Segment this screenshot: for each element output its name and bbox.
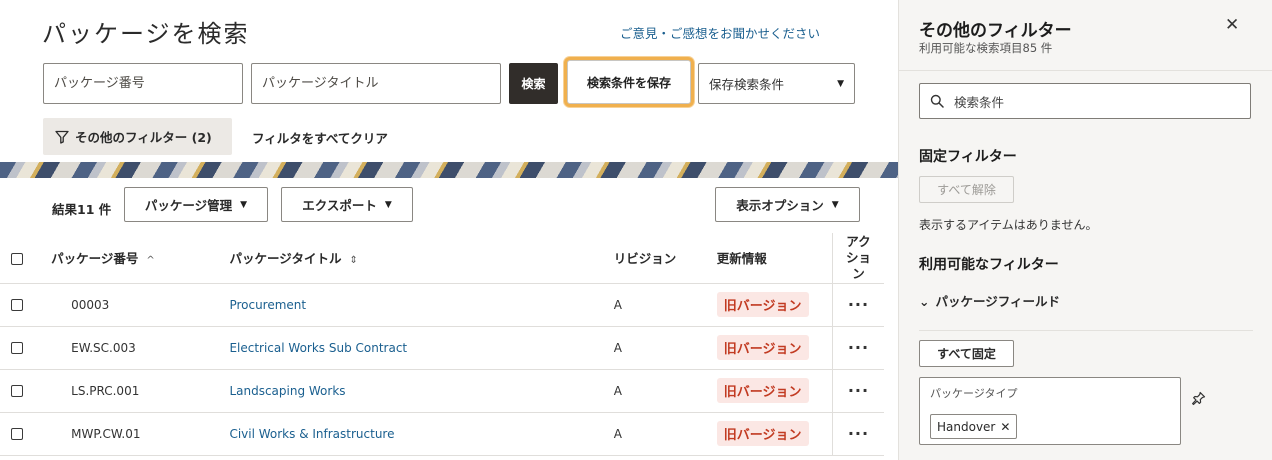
save-search-criteria-button[interactable]: 検索条件を保存 [564, 57, 694, 107]
more-filters-panel: その他のフィルター 利用可能な検索項目85 件 ✕ 検索条件 固定フィルター す… [898, 0, 1272, 460]
table-row[interactable]: LS.PRC.001 Landscaping Works A 旧バージョン ··… [0, 369, 884, 413]
table-row[interactable]: 00003 Procurement A 旧バージョン ··· [0, 283, 884, 327]
filter-token[interactable]: Handover ✕ [930, 414, 1018, 439]
packages-table: パッケージ番号 ^ パッケージタイトル ⇕ リビジョン 更新情報 アクション 000… [0, 233, 884, 456]
no-items-message: 表示するアイテムはありません。 [919, 218, 1098, 232]
package-title-field[interactable] [251, 63, 501, 104]
package-number-cell: MWP.CW.01 [39, 412, 220, 456]
sort-ascending-icon[interactable]: ^ [146, 255, 154, 266]
close-icon[interactable]: ✕ [1225, 15, 1239, 35]
panel-title: その他のフィルター [919, 21, 1072, 41]
column-header-number[interactable]: パッケージ番号 ^ [39, 233, 220, 284]
decorative-banner [0, 162, 898, 178]
package-number-cell: LS.PRC.001 [39, 369, 220, 413]
revision-cell: A [603, 283, 707, 327]
select-all-cell [0, 233, 40, 284]
table-row[interactable]: EW.SC.003 Electrical Works Sub Contract … [0, 326, 884, 370]
column-number-label: パッケージ番号 [51, 251, 139, 267]
chevron-down-icon: ▼ [837, 78, 844, 89]
row-checkbox[interactable] [11, 299, 23, 311]
table-row[interactable]: MWP.CW.01 Civil Works & Infrastructure A… [0, 412, 884, 456]
filter-token-label: Handover [937, 419, 996, 434]
status-badge: 旧バージョン [716, 292, 809, 317]
row-checkbox[interactable] [11, 342, 23, 354]
column-header-revision: リビジョン [603, 233, 707, 284]
feedback-link[interactable]: ご意見・ご感想をお聞かせください [620, 23, 820, 42]
package-type-label: パッケージタイプ [930, 387, 1018, 400]
column-actions-label: アクション [845, 233, 871, 281]
revision-cell: A [603, 412, 707, 456]
pin-icon[interactable] [1191, 391, 1206, 406]
more-actions-icon[interactable]: ··· [848, 295, 869, 314]
export-label: エクスポート [302, 198, 377, 213]
select-all-checkbox[interactable] [11, 252, 23, 265]
chevron-down-icon: ▼ [384, 199, 392, 210]
package-title-input[interactable] [252, 64, 500, 103]
more-actions-icon[interactable]: ··· [848, 381, 869, 400]
package-number-input[interactable] [44, 64, 242, 103]
chevron-down-icon: ⌄ [919, 294, 930, 309]
pinned-filters-heading: 固定フィルター [919, 149, 1017, 165]
more-filters-label: その他のフィルター (2) [75, 130, 212, 145]
panel-divider [899, 70, 1272, 71]
more-actions-icon[interactable]: ··· [848, 338, 869, 357]
main-area: パッケージを検索 ご意見・ご感想をお聞かせください 検索 検索条件を保存 保存検… [0, 0, 898, 460]
package-title-link[interactable]: Civil Works & Infrastructure [229, 427, 394, 441]
package-title-link[interactable]: Procurement [229, 298, 306, 312]
saved-search-select[interactable]: 保存検索条件 ▼ [698, 63, 855, 104]
status-badge: 旧バージョン [716, 421, 809, 446]
pin-all-button[interactable]: すべて固定 [919, 340, 1014, 367]
clear-all-filters-link[interactable]: フィルタをすべてクリア [252, 128, 388, 147]
panel-search-input[interactable]: 検索条件 [919, 83, 1251, 119]
column-header-update: 更新情報 [706, 233, 833, 284]
status-badge: 旧バージョン [716, 335, 809, 360]
table-header-row: パッケージ番号 ^ パッケージタイトル ⇕ リビジョン 更新情報 アクション [0, 233, 884, 284]
remove-token-icon[interactable]: ✕ [1000, 420, 1010, 434]
filter-icon [55, 130, 69, 144]
column-title-label: パッケージタイトル [229, 251, 342, 267]
revision-cell: A [603, 369, 707, 413]
package-number-cell: 00003 [39, 283, 220, 327]
package-type-filter[interactable]: パッケージタイプ Handover ✕ [919, 377, 1181, 445]
package-number-cell: EW.SC.003 [39, 326, 220, 370]
page-title: パッケージを検索 [42, 20, 250, 48]
panel-search-placeholder: 検索条件 [954, 94, 1005, 110]
search-icon [930, 94, 944, 108]
package-number-field[interactable] [43, 63, 243, 104]
status-badge: 旧バージョン [716, 378, 809, 403]
saved-search-label: 保存検索条件 [709, 77, 785, 92]
view-options-button[interactable]: 表示オプション ▼ [715, 187, 860, 222]
package-fields-label: パッケージフィールド [935, 294, 1060, 309]
more-actions-icon[interactable]: ··· [848, 424, 869, 443]
package-management-label: パッケージ管理 [144, 198, 233, 213]
view-options-label: 表示オプション [736, 198, 824, 213]
available-filters-heading: 利用可能なフィルター [919, 257, 1059, 273]
row-checkbox[interactable] [11, 428, 23, 440]
export-button[interactable]: エクスポート ▼ [281, 187, 413, 222]
column-header-title[interactable]: パッケージタイトル ⇕ [219, 233, 604, 284]
unpin-all-button[interactable]: すべて解除 [919, 176, 1014, 203]
column-header-actions: アクション [831, 233, 884, 284]
package-title-link[interactable]: Landscaping Works [229, 384, 345, 398]
package-management-button[interactable]: パッケージ管理 ▼ [124, 187, 268, 222]
panel-divider [919, 330, 1253, 331]
results-count: 結果11 件 [52, 202, 112, 217]
revision-cell: A [603, 326, 707, 370]
chevron-down-icon: ▼ [831, 199, 839, 210]
search-button[interactable]: 検索 [509, 63, 558, 104]
package-title-link[interactable]: Electrical Works Sub Contract [229, 341, 407, 355]
row-checkbox[interactable] [11, 385, 23, 397]
package-fields-accordion[interactable]: ⌄ パッケージフィールド [919, 291, 1060, 310]
panel-subtitle: 利用可能な検索項目85 件 [919, 41, 1053, 55]
sort-toggle-icon[interactable]: ⇕ [349, 255, 357, 266]
chevron-down-icon: ▼ [240, 199, 248, 210]
more-filters-button[interactable]: その他のフィルター (2) [43, 118, 232, 155]
